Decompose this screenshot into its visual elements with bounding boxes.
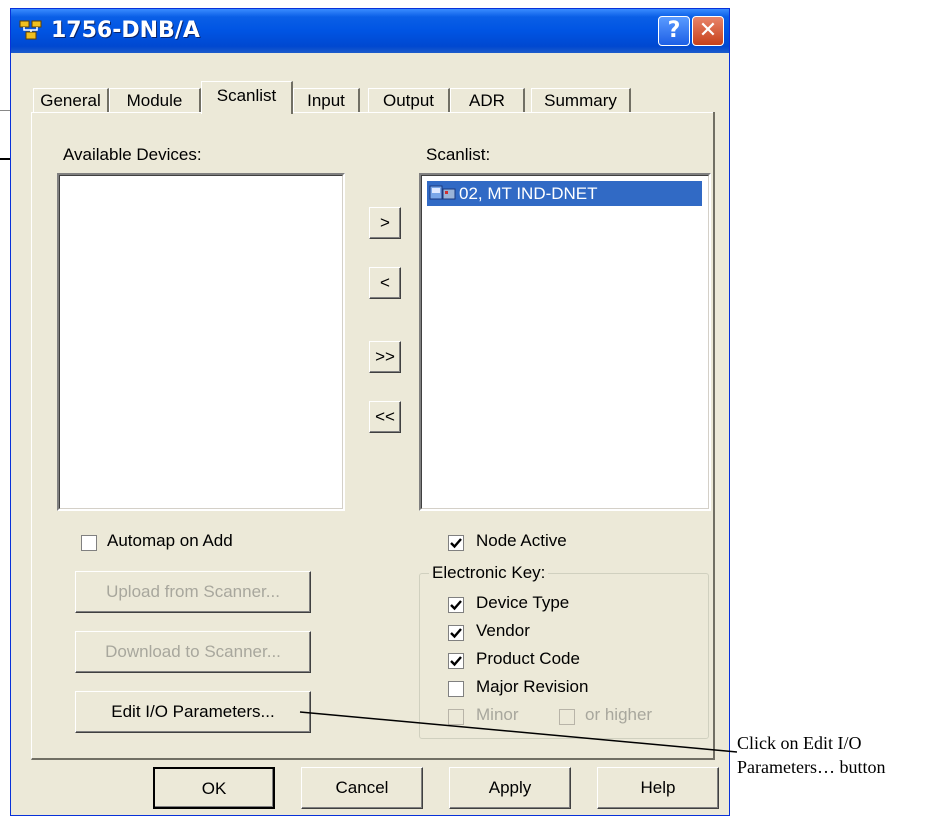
title-bar[interactable]: 1756-DNB/A ? ✕	[11, 9, 729, 53]
major-revision-label: Major Revision	[476, 677, 589, 696]
device-type-label: Device Type	[476, 593, 570, 612]
callout-line-1: Click on Edit I/O	[737, 733, 862, 753]
tab-general[interactable]: General	[33, 88, 109, 113]
electronic-key-title: Electronic Key:	[429, 563, 549, 583]
ok-button[interactable]: OK	[153, 767, 275, 809]
tab-scanlist[interactable]: Scanlist	[201, 81, 293, 114]
major-revision-checkbox[interactable]	[448, 681, 464, 697]
minor-label: Minor	[476, 705, 519, 724]
remove-all-devices-button[interactable]: <<	[369, 401, 401, 433]
available-devices-list[interactable]	[57, 173, 345, 511]
cancel-button[interactable]: Cancel	[301, 767, 423, 809]
apply-button[interactable]: Apply	[449, 767, 571, 809]
background-edge-mark	[0, 110, 10, 111]
vendor-checkbox[interactable]	[448, 625, 464, 641]
vendor-label: Vendor	[476, 621, 530, 640]
help-title-button[interactable]: ?	[658, 16, 690, 46]
or-higher-checkbox[interactable]	[559, 709, 575, 725]
product-code-label: Product Code	[476, 649, 580, 668]
help-button[interactable]: Help	[597, 767, 719, 809]
close-button[interactable]: ✕	[692, 16, 724, 46]
list-item[interactable]: 02, MT IND-DNET	[427, 181, 702, 206]
tab-module[interactable]: Module	[109, 88, 201, 113]
remove-device-button[interactable]: <	[369, 267, 401, 299]
dialog-window: 1756-DNB/A ? ✕ General Module Input Outp…	[10, 8, 730, 816]
add-device-button[interactable]: >	[369, 207, 401, 239]
tab-adr[interactable]: ADR	[450, 88, 525, 113]
scanlist-item-label: 02, MT IND-DNET	[459, 184, 598, 203]
tab-input[interactable]: Input	[293, 88, 360, 113]
device-icon	[429, 185, 456, 200]
device-type-checkbox[interactable]	[448, 597, 464, 613]
automap-label: Automap on Add	[107, 531, 233, 550]
window-title: 1756-DNB/A	[51, 18, 200, 43]
scanlist-list[interactable]: 02, MT IND-DNET	[419, 173, 711, 511]
node-active-checkbox[interactable]	[448, 535, 464, 551]
network-module-icon	[19, 20, 42, 40]
tab-output[interactable]: Output	[368, 88, 450, 113]
download-to-scanner-button[interactable]: Download to Scanner...	[75, 631, 311, 673]
instruction-callout: Click on Edit I/O Parameters… button	[737, 731, 930, 789]
product-code-checkbox[interactable]	[448, 653, 464, 669]
callout-line-2: Parameters… button	[737, 757, 886, 777]
add-all-devices-button[interactable]: >>	[369, 341, 401, 373]
available-devices-label: Available Devices:	[63, 145, 202, 164]
node-active-label: Node Active	[476, 531, 567, 550]
minor-checkbox[interactable]	[448, 709, 464, 725]
automap-checkbox[interactable]	[81, 535, 97, 551]
upload-from-scanner-button[interactable]: Upload from Scanner...	[75, 571, 311, 613]
tab-summary[interactable]: Summary	[531, 88, 631, 113]
edit-io-parameters-button[interactable]: Edit I/O Parameters...	[75, 691, 311, 733]
or-higher-label: or higher	[585, 705, 653, 724]
scanlist-label: Scanlist:	[426, 145, 491, 164]
